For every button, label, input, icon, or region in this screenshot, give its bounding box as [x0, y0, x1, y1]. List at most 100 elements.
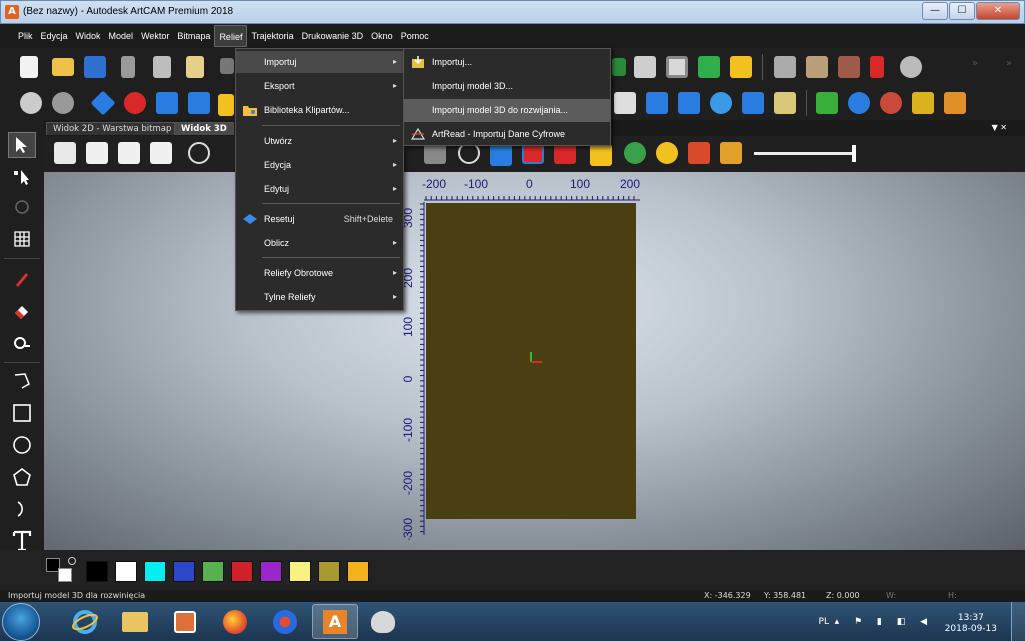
relief-tool-icon[interactable]	[188, 92, 210, 114]
save-icon[interactable]	[84, 56, 106, 78]
menu-drukowanie-3d[interactable]: Drukowanie 3D	[298, 25, 368, 47]
language-indicator[interactable]: PL	[819, 617, 829, 627]
show-desktop-button[interactable]	[1011, 602, 1025, 641]
toolbar-overflow-icon[interactable]: »	[972, 58, 984, 74]
rectangle-tool-icon[interactable]	[8, 400, 36, 426]
head-model-icon[interactable]	[52, 92, 74, 114]
menu-trajektoria[interactable]: Trajektoria	[247, 25, 297, 47]
relief-tool-icon[interactable]	[944, 92, 966, 114]
tray-icons[interactable]: ▴ ⚑ ▮ ◧ ◀	[835, 617, 933, 627]
color-swatch[interactable]	[202, 561, 224, 582]
menu-item-importuj[interactable]: Importuj ▸	[236, 51, 403, 73]
firefox-icon[interactable]	[212, 604, 258, 639]
relief-tool-icon[interactable]	[124, 92, 146, 114]
polygon-tool-icon[interactable]	[8, 464, 36, 490]
tab-menu-icon[interactable]: ▼ ✕	[992, 123, 1007, 132]
toolbar-tool-icon[interactable]	[612, 58, 626, 76]
undo-icon[interactable]	[220, 58, 234, 74]
view-tool-icon[interactable]	[590, 144, 612, 166]
relief-tool-icon[interactable]	[614, 92, 636, 114]
toolbar-tool-icon[interactable]	[634, 56, 656, 78]
relief-tool-icon[interactable]	[218, 94, 234, 116]
menu-item-reliefy-obrotowe[interactable]: Reliefy Obrotowe ▸	[236, 262, 403, 284]
circle-tool-icon[interactable]	[8, 432, 36, 458]
ie-icon[interactable]	[62, 604, 108, 639]
pencil-tool-icon[interactable]	[8, 266, 36, 292]
arc-tool-icon[interactable]	[8, 496, 36, 522]
menu-edycja[interactable]: Edycja	[37, 25, 72, 47]
new-file-icon[interactable]	[20, 56, 38, 78]
zoom-view-icon[interactable]	[20, 92, 42, 114]
relief-tool-icon[interactable]	[710, 92, 732, 114]
relief-tool-icon[interactable]	[848, 92, 870, 114]
relief-tool-icon[interactable]	[774, 92, 796, 114]
select-tool-icon[interactable]	[8, 132, 36, 158]
menu-relief[interactable]: Relief	[214, 25, 248, 47]
view-tool-icon[interactable]	[720, 142, 742, 164]
submenu-item-artread[interactable]: ArtRead - Importuj Dane Cyfrowe	[404, 123, 610, 146]
toolbar-tool-icon[interactable]	[666, 56, 688, 78]
color-swatch[interactable]	[318, 561, 340, 582]
toolbar-tool-icon[interactable]	[900, 56, 922, 78]
menu-item-eksport[interactable]: Eksport ▸	[236, 75, 403, 97]
color-swatch[interactable]	[260, 561, 282, 582]
maximize-button[interactable]: ☐	[949, 2, 975, 20]
file-explorer-icon[interactable]	[112, 604, 158, 639]
menu-plik[interactable]: Plik	[14, 25, 37, 47]
menu-widok[interactable]: Widok	[72, 25, 105, 47]
toolbar-tool-icon[interactable]	[730, 56, 752, 78]
color-swatch[interactable]	[173, 561, 195, 582]
browser-icon[interactable]	[262, 604, 308, 639]
menu-item-resetuj[interactable]: Resetuj Shift+Delete	[236, 208, 403, 230]
menu-okno[interactable]: Okno	[367, 25, 397, 47]
minimize-button[interactable]: —	[922, 2, 948, 20]
relief-tool-icon[interactable]	[156, 92, 178, 114]
color-swatch[interactable]	[144, 561, 166, 582]
add-relief-icon[interactable]	[816, 92, 838, 114]
menu-item-edytuj[interactable]: Edytuj ▸	[236, 178, 403, 200]
paint-icon[interactable]	[360, 604, 406, 639]
color-swatch[interactable]	[115, 561, 137, 582]
relief-tool-icon[interactable]	[646, 92, 668, 114]
menu-model[interactable]: Model	[105, 25, 138, 47]
system-clock[interactable]: 13:37 2018-09-13	[945, 613, 997, 635]
swap-colors-icon[interactable]	[68, 557, 76, 565]
relief-tool-icon[interactable]	[912, 92, 934, 114]
start-button[interactable]	[2, 603, 40, 641]
submenu-item-import-model-3d[interactable]: Importuj model 3D...	[404, 75, 610, 98]
tab-2d-view[interactable]: Widok 2D - Warstwa bitmap	[46, 122, 179, 135]
toolbar-tool-icon[interactable]	[774, 56, 796, 78]
menu-item-tylne-reliefy[interactable]: Tylne Reliefy ▸	[236, 286, 403, 308]
relief-tool-icon[interactable]	[678, 92, 700, 114]
color-swatch[interactable]	[231, 561, 253, 582]
grid-warp-tool-icon[interactable]	[8, 226, 36, 252]
secondary-color-swatch[interactable]	[58, 568, 72, 582]
side-view-icon[interactable]	[118, 142, 140, 164]
front-view-icon[interactable]	[86, 142, 108, 164]
relief-tool-icon[interactable]	[742, 92, 764, 114]
toolbar-tool-icon[interactable]	[838, 56, 860, 78]
toolbar-tool-icon[interactable]	[698, 56, 720, 78]
transform-tool-icon[interactable]	[8, 194, 36, 220]
view-tool-icon[interactable]	[656, 142, 678, 164]
submenu-item-importuj[interactable]: Importuj...	[404, 51, 610, 74]
copy-icon[interactable]	[153, 56, 171, 78]
slider-handle[interactable]	[852, 145, 856, 162]
menu-wektor[interactable]: Wektor	[137, 25, 173, 47]
toolbar-tool-icon[interactable]	[870, 56, 884, 78]
view-tool-icon[interactable]	[688, 142, 710, 164]
menu-item-oblicz[interactable]: Oblicz ▸	[236, 232, 403, 254]
iso-view-icon[interactable]	[54, 142, 76, 164]
view-tool-icon[interactable]	[490, 144, 512, 166]
relief-tool-icon[interactable]	[90, 90, 116, 116]
relief-tool-icon[interactable]	[880, 92, 902, 114]
color-swatch[interactable]	[86, 561, 108, 582]
close-button[interactable]: ✕	[976, 2, 1020, 20]
menu-item-edycja[interactable]: Edycja ▸	[236, 154, 403, 176]
view-tool-icon[interactable]	[624, 142, 646, 164]
open-folder-icon[interactable]	[52, 58, 74, 76]
menu-bitmapa[interactable]: Bitmapa	[173, 25, 214, 47]
media-player-icon[interactable]	[162, 604, 208, 639]
toolbar-overflow-icon[interactable]: »	[1006, 58, 1018, 74]
menu-item-utworz[interactable]: Utwórz ▸	[236, 130, 403, 152]
